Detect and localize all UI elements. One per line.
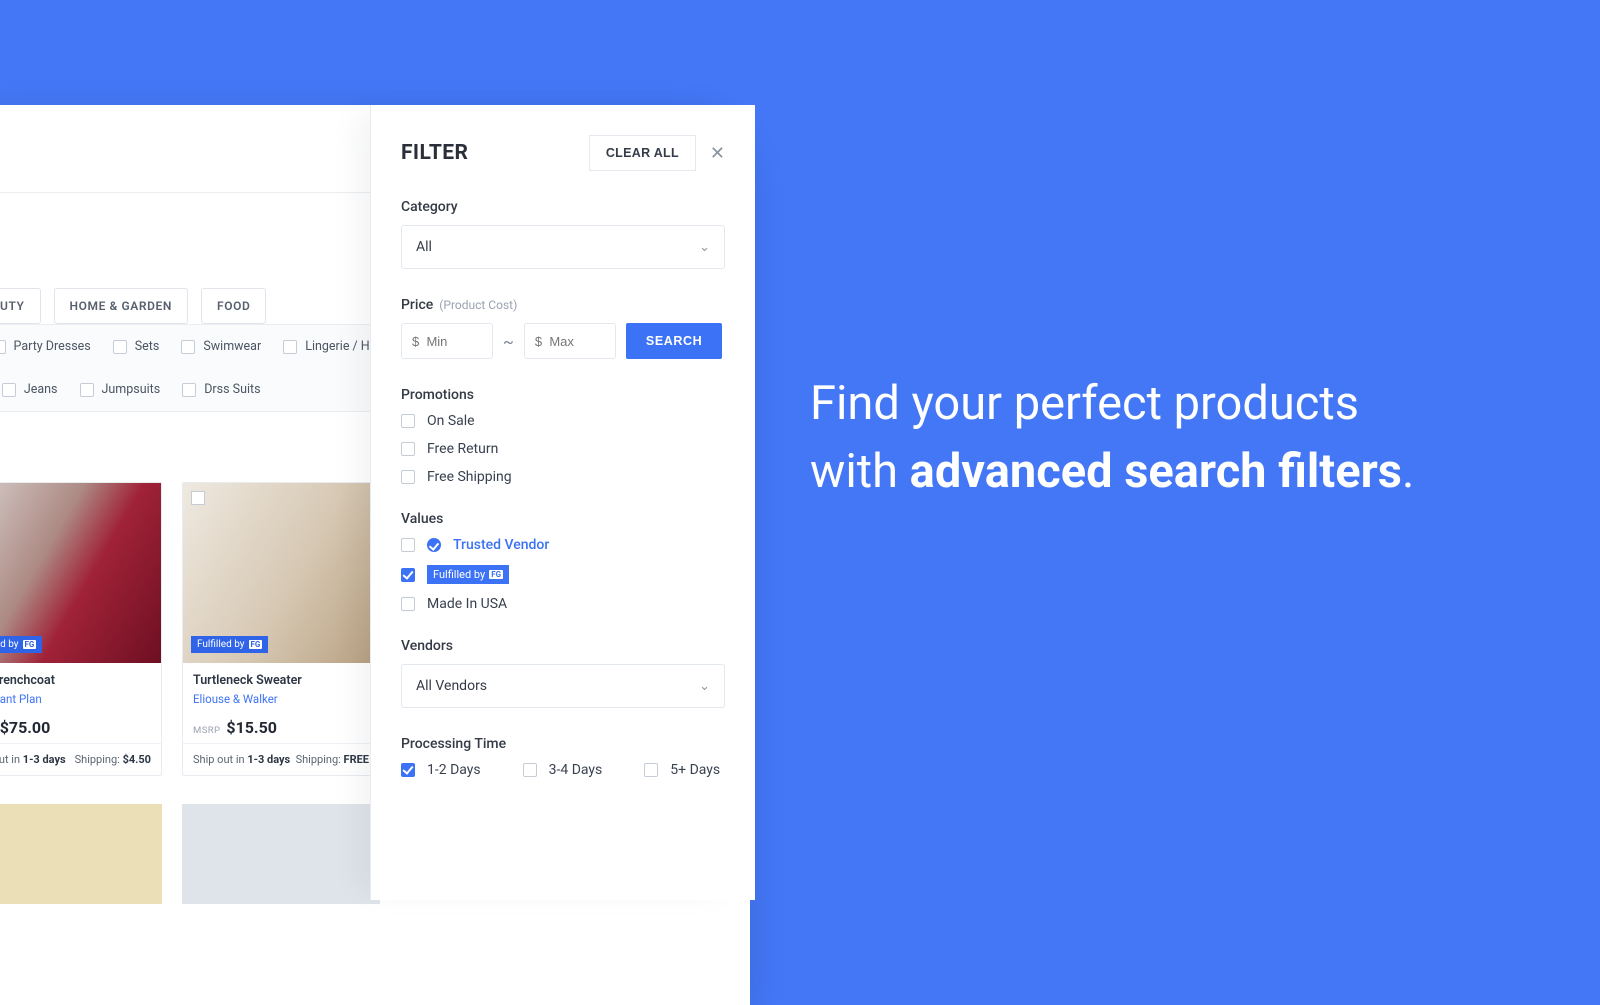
- subcat-item[interactable]: Party Dresses: [0, 339, 91, 354]
- fulfilled-by-badge: Fulfilled by FG: [191, 636, 268, 653]
- hero-line2b: advanced search filters: [910, 444, 1402, 499]
- subcat-item[interactable]: Jeans: [2, 382, 58, 397]
- checkbox-icon[interactable]: [644, 763, 658, 777]
- chip-home-garden[interactable]: HOME & GARDEN: [54, 288, 188, 324]
- value-fulfilled-by[interactable]: Fulfilled byFG: [401, 565, 725, 584]
- product-card[interactable]: Fulfilled by FG ed Trenchcoat enchant Pl…: [0, 482, 162, 776]
- checkbox-icon[interactable]: [523, 763, 537, 777]
- checkbox-icon[interactable]: [182, 383, 196, 397]
- close-icon[interactable]: ✕: [710, 143, 725, 164]
- select-checkbox[interactable]: [191, 491, 205, 505]
- value-trusted-vendor[interactable]: Trusted Vendor: [401, 537, 725, 553]
- promo-on-sale[interactable]: On Sale: [401, 413, 725, 429]
- product-name: Turtleneck Sweater: [193, 673, 369, 688]
- vendors-value: All Vendors: [416, 678, 487, 694]
- subcat-item[interactable]: Swimwear: [181, 339, 261, 354]
- product-price: $75.00: [0, 718, 50, 737]
- product-image: Fulfilled by FG: [183, 483, 379, 663]
- category-select[interactable]: All ⌄: [401, 225, 725, 269]
- hero-line1: Find your perfect products: [810, 376, 1359, 431]
- promo-free-shipping[interactable]: Free Shipping: [401, 469, 725, 485]
- checkbox-icon[interactable]: [80, 383, 94, 397]
- shipping-cost: Shipping: FREE: [296, 753, 369, 766]
- fulfilled-by-badge: Fulfilled by FG: [0, 636, 42, 653]
- product-image[interactable]: [182, 804, 380, 904]
- promotions-label: Promotions: [401, 387, 725, 403]
- checkbox-icon[interactable]: [401, 414, 415, 428]
- ship-info: hip out in 1-3 days: [0, 753, 66, 766]
- chip-bath-beauty[interactable]: BATH & BEAUTY: [0, 288, 41, 324]
- processing-time-label: Processing Time: [401, 736, 725, 752]
- checkbox-icon[interactable]: [401, 568, 415, 582]
- checkbox-icon[interactable]: [401, 763, 415, 777]
- product-vendor[interactable]: enchant Plan: [0, 692, 151, 706]
- checkbox-icon[interactable]: [401, 470, 415, 484]
- checkbox-icon[interactable]: [181, 340, 195, 354]
- hero-line2a: with: [810, 444, 910, 499]
- filter-title: FILTER: [401, 141, 468, 165]
- chevron-down-icon: ⌄: [699, 679, 710, 694]
- promo-free-return[interactable]: Free Return: [401, 441, 725, 457]
- checkbox-icon[interactable]: [401, 597, 415, 611]
- checkbox-icon[interactable]: [401, 442, 415, 456]
- product-name: ed Trenchcoat: [0, 673, 151, 688]
- price-min-input[interactable]: [401, 323, 493, 359]
- filter-panel: FILTER CLEAR ALL ✕ Category All ⌄ Price(…: [370, 105, 755, 900]
- range-separator: ~: [503, 332, 514, 351]
- category-label: Category: [401, 199, 725, 215]
- ptime-1-2-days[interactable]: 1-2 Days: [401, 762, 481, 778]
- product-card[interactable]: Fulfilled by FG Turtleneck Sweater Eliou…: [182, 482, 380, 776]
- vendors-label: Vendors: [401, 638, 725, 654]
- vendors-select[interactable]: All Vendors ⌄: [401, 664, 725, 708]
- hero-line2c: .: [1402, 444, 1414, 499]
- category-value: All: [416, 239, 432, 255]
- hero-text: Find your perfect products with advanced…: [810, 370, 1500, 506]
- checkbox-icon[interactable]: [0, 340, 6, 354]
- checkbox-icon[interactable]: [283, 340, 297, 354]
- msrp-label: MSRP: [193, 725, 220, 736]
- product-image: Fulfilled by FG: [0, 483, 161, 663]
- values-label: Values: [401, 511, 725, 527]
- fulfilled-by-badge: Fulfilled byFG: [427, 565, 509, 584]
- subcat-item[interactable]: Sets: [113, 339, 160, 354]
- checkbox-icon[interactable]: [401, 538, 415, 552]
- product-vendor[interactable]: Eliouse & Walker: [193, 692, 369, 706]
- chevron-down-icon: ⌄: [699, 240, 710, 255]
- ptime-5plus-days[interactable]: 5+ Days: [644, 762, 720, 778]
- shipping-cost: Shipping: $4.50: [75, 753, 151, 766]
- ship-info: Ship out in 1-3 days: [193, 753, 290, 766]
- verified-icon: [427, 538, 441, 552]
- price-search-button[interactable]: SEARCH: [626, 323, 722, 359]
- product-image[interactable]: [0, 804, 162, 904]
- price-max-input[interactable]: [524, 323, 616, 359]
- checkbox-icon[interactable]: [113, 340, 127, 354]
- subcat-item[interactable]: Drss Suits: [182, 382, 260, 397]
- chip-food[interactable]: FOOD: [201, 288, 266, 324]
- price-label: Price(Product Cost): [401, 297, 725, 313]
- subcat-item[interactable]: Jumpsuits: [80, 382, 161, 397]
- value-made-in-usa[interactable]: Made In USA: [401, 596, 725, 612]
- ptime-3-4-days[interactable]: 3-4 Days: [523, 762, 603, 778]
- product-price: $15.50: [226, 718, 277, 737]
- clear-all-button[interactable]: CLEAR ALL: [589, 135, 696, 171]
- checkbox-icon[interactable]: [2, 383, 16, 397]
